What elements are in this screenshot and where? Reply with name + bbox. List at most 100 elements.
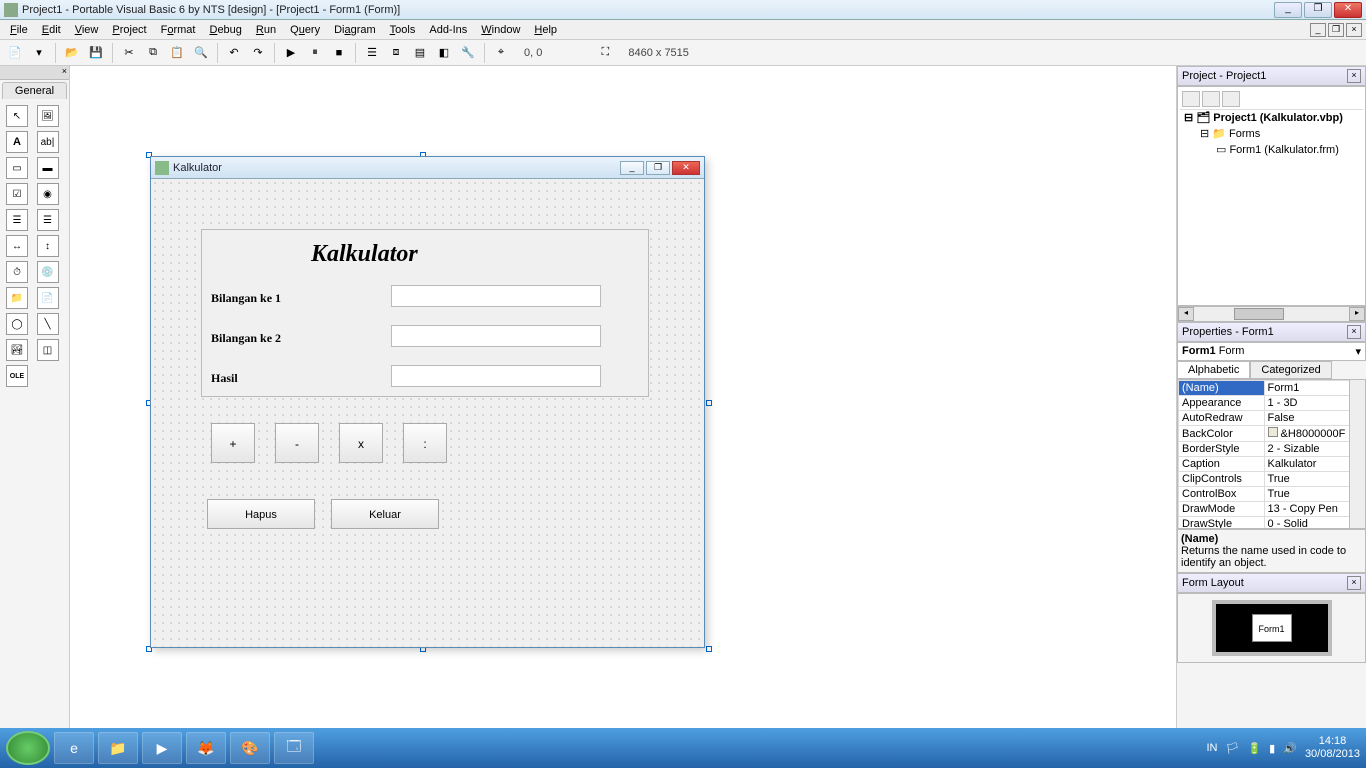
vb6-icon[interactable]: 🗔 (274, 732, 314, 764)
exit-button[interactable]: Keluar (331, 499, 439, 529)
forms-folder-node[interactable]: ⊟ 📁 Forms (1180, 126, 1363, 142)
start-button[interactable]: ▶ (280, 42, 302, 64)
minus-button[interactable]: - (275, 423, 319, 463)
mdi-restore[interactable]: ❐ (1328, 23, 1344, 37)
timer-tool[interactable]: ⏱ (6, 261, 28, 283)
line-tool[interactable]: ╲ (37, 313, 59, 335)
divide-button[interactable]: : (403, 423, 447, 463)
property-row[interactable]: ClipControlsTrue (1179, 472, 1365, 487)
find-button[interactable]: 🔍 (190, 42, 212, 64)
optionbutton-tool[interactable]: ◉ (37, 183, 59, 205)
firefox-icon[interactable]: 🦊 (186, 732, 226, 764)
menu-file[interactable]: File (4, 22, 34, 38)
break-button[interactable]: ⏸ (304, 42, 326, 64)
project-pane-header[interactable]: Project - Project1 × (1177, 66, 1366, 86)
undo-button[interactable]: ↶ (223, 42, 245, 64)
data-tool[interactable]: ◫ (37, 339, 59, 361)
end-button[interactable]: ■ (328, 42, 350, 64)
menu-help[interactable]: Help (528, 22, 563, 38)
paint-icon[interactable]: 🎨 (230, 732, 270, 764)
menu-project[interactable]: Project (106, 22, 152, 38)
start-button[interactable] (6, 731, 50, 765)
project-root-node[interactable]: ⊟ 🗂 Project1 (Kalkulator.vbp) (1180, 110, 1363, 126)
battery-icon[interactable]: 🔋 (1247, 742, 1261, 755)
design-surface[interactable]: Kalkulator _ ❐ ✕ Kalkulator Bilangan ke … (70, 66, 1176, 728)
form-titlebar[interactable]: Kalkulator _ ❐ ✕ (151, 157, 704, 179)
cut-button[interactable]: ✂ (118, 42, 140, 64)
menu-window[interactable]: Window (475, 22, 526, 38)
paste-button[interactable]: 📋 (166, 42, 188, 64)
explorer-icon[interactable]: 📁 (98, 732, 138, 764)
toolbox-close[interactable]: × (0, 66, 69, 80)
hscrollbar-tool[interactable]: ↔ (6, 235, 28, 257)
form-layout-close[interactable]: × (1347, 576, 1361, 590)
menu-query[interactable]: Query (284, 22, 326, 38)
menu-view[interactable]: View (69, 22, 105, 38)
menu-run[interactable]: Run (250, 22, 282, 38)
property-row[interactable]: CaptionKalkulator (1179, 457, 1365, 472)
properties-grid[interactable]: (Name)Form1Appearance1 - 3DAutoRedrawFal… (1177, 379, 1366, 529)
resize-handle[interactable] (706, 400, 712, 406)
new-project-button[interactable]: 📄 (4, 42, 26, 64)
tab-alphabetic[interactable]: Alphabetic (1177, 361, 1250, 379)
copy-button[interactable]: ⧉ (142, 42, 164, 64)
combobox-tool[interactable]: ☰ (6, 209, 28, 231)
heading-label[interactable]: Kalkulator (311, 241, 418, 268)
form-close[interactable]: ✕ (672, 161, 700, 175)
form-maximize[interactable]: ❐ (646, 161, 670, 175)
drivelist-tool[interactable]: 💿 (37, 261, 59, 283)
property-row[interactable]: ControlBoxTrue (1179, 487, 1365, 502)
project-explorer-button[interactable]: ☰ (361, 42, 383, 64)
listbox-tool[interactable]: ☰ (37, 209, 59, 231)
mediaplayer-icon[interactable]: ▶ (142, 732, 182, 764)
add-form-button[interactable]: ▾ (28, 42, 50, 64)
properties-object-selector[interactable]: Form1 Form ▾ (1177, 342, 1366, 361)
image-tool[interactable]: 🏞 (6, 339, 28, 361)
save-button[interactable]: 💾 (85, 42, 107, 64)
frame-tool[interactable]: ▭ (6, 157, 28, 179)
ie-icon[interactable]: e (54, 732, 94, 764)
open-button[interactable]: 📂 (61, 42, 83, 64)
flag-icon[interactable]: 🏳 (1226, 742, 1240, 755)
label-bilangan2[interactable]: Bilangan ke 2 (211, 331, 281, 346)
pointer-tool[interactable]: ↖ (6, 105, 28, 127)
form-designer-window[interactable]: Kalkulator _ ❐ ✕ Kalkulator Bilangan ke … (150, 156, 705, 648)
menu-diagram[interactable]: Diagram (328, 22, 382, 38)
menu-format[interactable]: Format (155, 22, 202, 38)
textbox-tool[interactable]: ab| (37, 131, 59, 153)
toolbox-tab-general[interactable]: General (2, 82, 67, 99)
view-code-button[interactable] (1182, 91, 1200, 107)
system-tray[interactable]: IN 🏳 🔋 ▮ 🔊 14:18 30/08/2013 (1207, 735, 1361, 761)
property-row[interactable]: Appearance1 - 3D (1179, 396, 1365, 411)
resize-handle[interactable] (706, 646, 712, 652)
shape-tool[interactable]: ◯ (6, 313, 28, 335)
label-bilangan1[interactable]: Bilangan ke 1 (211, 291, 281, 306)
textbox-bilangan1[interactable] (391, 285, 601, 307)
commandbutton-tool[interactable]: ▬ (37, 157, 59, 179)
dirlist-tool[interactable]: 📁 (6, 287, 28, 309)
tab-categorized[interactable]: Categorized (1250, 361, 1331, 379)
scroll-left[interactable]: ◂ (1178, 307, 1194, 321)
object-browser-button[interactable]: ◧ (433, 42, 455, 64)
scroll-right[interactable]: ▸ (1349, 307, 1365, 321)
label-hasil[interactable]: Hasil (211, 371, 238, 386)
property-row[interactable]: BorderStyle2 - Sizable (1179, 442, 1365, 457)
mdi-close[interactable]: × (1346, 23, 1362, 37)
picturebox-tool[interactable]: 🖼 (37, 105, 59, 127)
textbox-hasil[interactable] (391, 365, 601, 387)
form-node[interactable]: ▭ Form1 (Kalkulator.frm) (1180, 142, 1363, 158)
property-row[interactable]: (Name)Form1 (1179, 381, 1365, 396)
ole-tool[interactable]: OLE (6, 365, 28, 387)
form-layout-button[interactable]: ▤ (409, 42, 431, 64)
menu-tools[interactable]: Tools (384, 22, 422, 38)
form-layout-header[interactable]: Form Layout × (1177, 573, 1366, 593)
scroll-thumb[interactable] (1234, 308, 1284, 320)
clear-button[interactable]: Hapus (207, 499, 315, 529)
view-object-button[interactable] (1202, 91, 1220, 107)
properties-pane-header[interactable]: Properties - Form1 × (1177, 322, 1366, 342)
property-row[interactable]: BackColor&H8000000F (1179, 426, 1365, 442)
mdi-minimize[interactable]: _ (1310, 23, 1326, 37)
clock[interactable]: 14:18 30/08/2013 (1305, 735, 1360, 761)
project-close[interactable]: × (1347, 69, 1361, 83)
project-explorer[interactable]: ⊟ 🗂 Project1 (Kalkulator.vbp) ⊟ 📁 Forms … (1177, 86, 1366, 306)
